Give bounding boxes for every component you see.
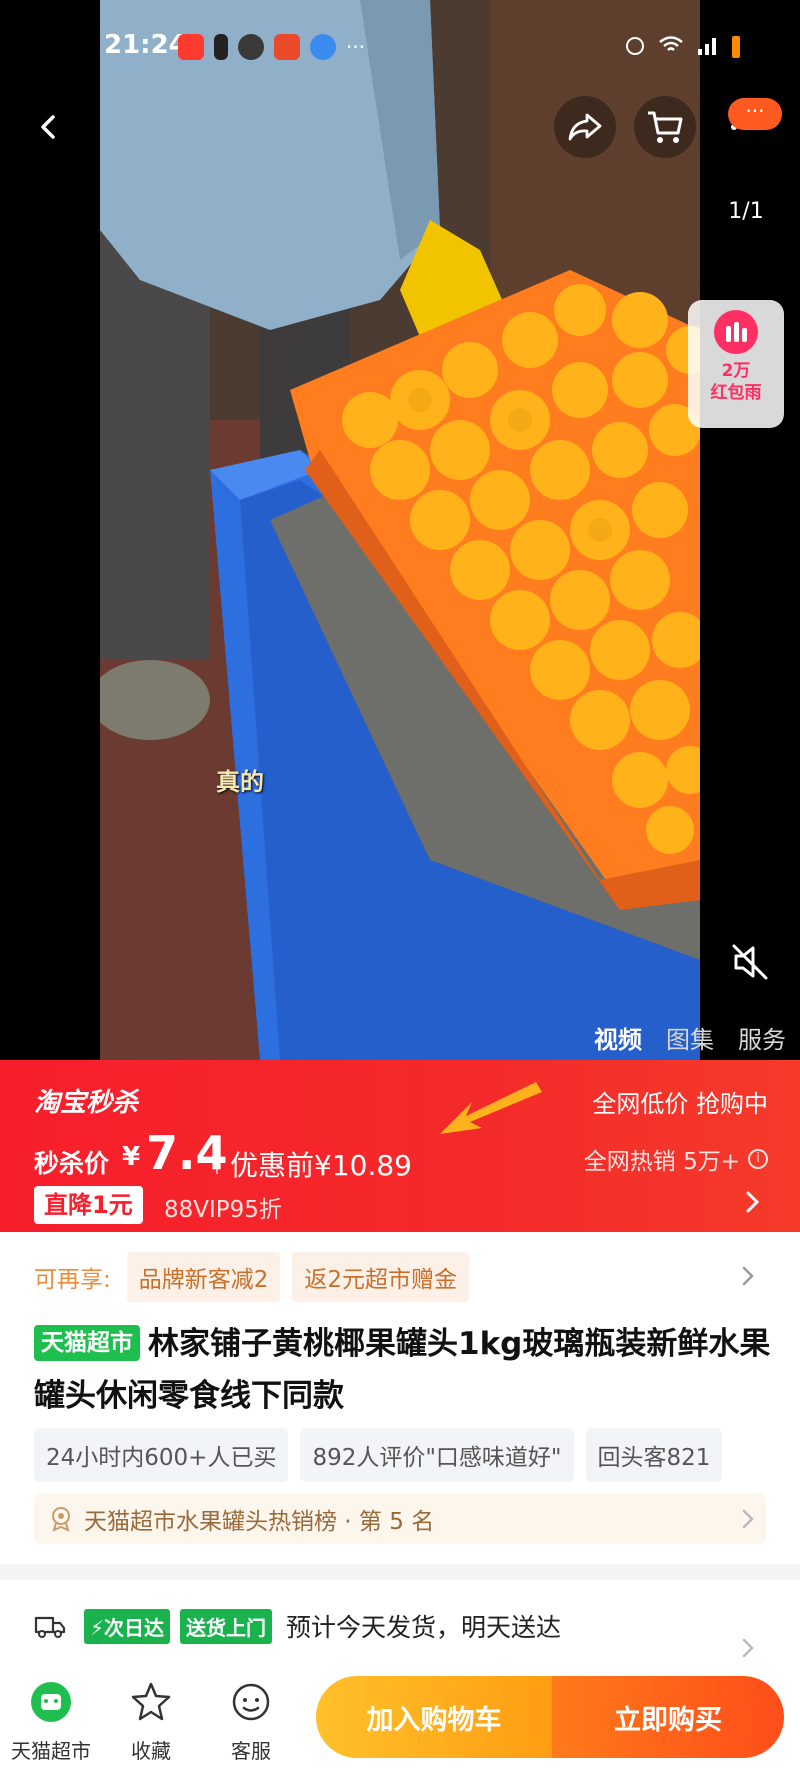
status-notification-icons: ··· bbox=[178, 34, 365, 60]
wechat-icon bbox=[238, 34, 264, 60]
tab-gallery[interactable]: 图集 bbox=[666, 1020, 714, 1055]
chevron-right-icon[interactable] bbox=[736, 1264, 760, 1288]
tab-service[interactable]: 服务 bbox=[738, 1020, 786, 1055]
truck-icon bbox=[34, 1616, 66, 1638]
signal-icon bbox=[696, 35, 720, 59]
vip-discount: 88VIP95折 bbox=[164, 1197, 282, 1223]
cart-icon bbox=[648, 111, 683, 143]
favorite-button[interactable]: 收藏 bbox=[106, 1680, 196, 1764]
original-price: 优惠前¥10.89 bbox=[230, 1149, 412, 1182]
status-bar: 21:24 ··· bbox=[0, 0, 800, 90]
info-icon[interactable]: i bbox=[748, 1149, 768, 1169]
red-packet-amount: 2万 bbox=[721, 361, 751, 381]
taobao-flash-sale-logo: 淘宝秒杀 bbox=[34, 1088, 139, 1118]
tmall-supermarket-tab[interactable]: 天猫超市 bbox=[6, 1680, 96, 1764]
star-icon bbox=[131, 1682, 171, 1721]
red-packet-label: 红包雨 bbox=[710, 383, 762, 403]
buy-now-button[interactable]: 立即购买 bbox=[552, 1676, 784, 1758]
ranking-text: 天猫超市水果罐头热销榜 · 第 5 名 bbox=[84, 1509, 435, 1535]
price-drop-badge: 直降1元 bbox=[34, 1186, 143, 1224]
tmall-cat-icon bbox=[31, 1682, 71, 1722]
flash-sale-price-label: 秒杀价 bbox=[34, 1149, 110, 1178]
product-title: 天猫超市 林家铺子黄桃椰果罐头1kg玻璃瓶装新鲜水果罐头休闲零食线下同款 bbox=[34, 1318, 774, 1422]
home-delivery-tag: 送货上门 bbox=[180, 1608, 273, 1644]
arrow-decoration-icon bbox=[440, 1082, 542, 1134]
favorite-label: 收藏 bbox=[131, 1739, 171, 1763]
price-divider bbox=[216, 1146, 218, 1174]
stat-chip: 24小时内600+人已买 bbox=[34, 1428, 289, 1482]
add-to-cart-button[interactable]: 加入购物车 bbox=[316, 1676, 552, 1758]
video-frame-image bbox=[100, 0, 700, 1060]
chevron-right-icon[interactable] bbox=[736, 1507, 760, 1531]
tab-video[interactable]: 视频 bbox=[594, 1020, 642, 1055]
award-medal-icon bbox=[52, 1507, 70, 1532]
extra-offers-row[interactable]: 可再享: 品牌新客减2 返2元超市赠金 bbox=[34, 1252, 470, 1302]
app-notification-icon bbox=[274, 34, 300, 60]
product-title-text: 林家铺子黄桃椰果罐头1kg玻璃瓶装新鲜水果罐头休闲零食线下同款 bbox=[34, 1326, 771, 1414]
bottom-action-bar: 天猫超市 收藏 客服 加入购物车 立即购买 bbox=[0, 1664, 800, 1777]
red-packet-rain-button[interactable]: 2万 红包雨 bbox=[688, 300, 784, 428]
product-media-viewer[interactable]: 21:24 ··· ··· 1/1 2万 红包雨 真的 视频 图集 服务 bbox=[0, 0, 800, 1060]
lowest-price-status: 全网低价 抢购中 bbox=[592, 1090, 768, 1118]
share-button[interactable] bbox=[554, 96, 616, 158]
customer-service-button[interactable]: 客服 bbox=[206, 1680, 296, 1764]
stat-chip[interactable]: 892人评价"口感味道好" bbox=[300, 1428, 574, 1482]
media-tab-bar: 视频 图集 服务 bbox=[594, 1020, 786, 1055]
offer-chip[interactable]: 返2元超市赠金 bbox=[292, 1252, 470, 1302]
customer-service-icon bbox=[232, 1683, 270, 1721]
status-time: 21:24 bbox=[104, 30, 187, 60]
alarm-icon bbox=[624, 34, 646, 60]
chevron-right-icon[interactable] bbox=[738, 1188, 766, 1216]
section-divider bbox=[0, 1564, 800, 1580]
wifi-icon bbox=[658, 35, 684, 59]
chevron-left-icon bbox=[41, 115, 55, 139]
flash-sale-banner[interactable]: 淘宝秒杀 秒杀价 ¥ 7.4 优惠前¥10.89 直降1元 88VIP95折 全… bbox=[0, 1060, 800, 1232]
chevron-right-icon[interactable] bbox=[736, 1636, 760, 1660]
more-notifications-icon: ··· bbox=[346, 35, 366, 59]
app-notification-icon bbox=[310, 34, 336, 60]
red-packet-icon bbox=[714, 310, 758, 354]
delivery-row[interactable]: ⚡次日达 送货上门 预计今天发货，明天送达 bbox=[34, 1608, 561, 1644]
share-icon bbox=[568, 113, 602, 141]
battery-icon bbox=[732, 36, 740, 58]
extra-offers-label: 可再享: bbox=[34, 1267, 111, 1293]
media-page-counter: 1/1 bbox=[716, 190, 776, 234]
offer-chip[interactable]: 品牌新客减2 bbox=[126, 1252, 281, 1302]
message-badge[interactable]: ··· bbox=[728, 98, 782, 130]
delivery-estimate: 预计今天发货，明天送达 bbox=[286, 1613, 562, 1642]
tmall-supermarket-badge: 天猫超市 bbox=[34, 1325, 140, 1361]
stat-chip: 回头客821 bbox=[585, 1428, 723, 1482]
product-video[interactable] bbox=[100, 0, 700, 1060]
hot-sales-count: 全网热销 5万+ i bbox=[584, 1142, 768, 1176]
product-stats-row: 24小时内600+人已买 892人评价"口感味道好" 回头客821 bbox=[34, 1428, 800, 1482]
app-notification-icon bbox=[214, 34, 228, 60]
tmall-supermarket-label: 天猫超市 bbox=[11, 1739, 91, 1763]
customer-service-label: 客服 bbox=[231, 1739, 271, 1763]
hot-sales-text: 全网热销 5万+ bbox=[583, 1149, 740, 1175]
video-subtitle: 真的 bbox=[216, 768, 264, 796]
ranking-row[interactable]: 天猫超市水果罐头热销榜 · 第 5 名 bbox=[34, 1494, 766, 1544]
back-button[interactable] bbox=[18, 96, 80, 158]
app-notification-icon bbox=[178, 34, 204, 60]
cart-button[interactable] bbox=[634, 96, 696, 158]
currency-symbol: ¥ bbox=[122, 1142, 141, 1172]
speaker-muted-icon bbox=[732, 944, 768, 980]
mute-button[interactable] bbox=[728, 940, 772, 984]
status-system-icons bbox=[624, 34, 740, 60]
next-day-delivery-tag: ⚡次日达 bbox=[84, 1608, 171, 1644]
